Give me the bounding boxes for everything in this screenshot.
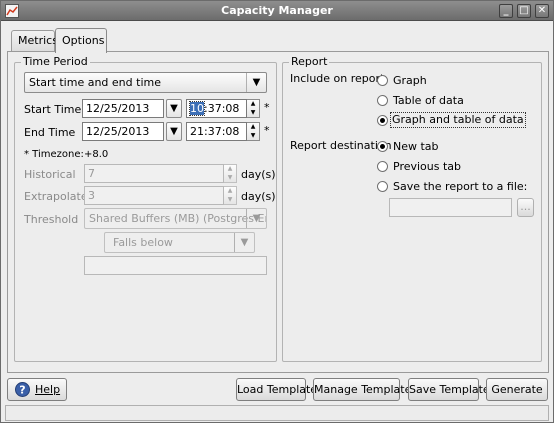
threshold-metric-value: Shared Buffers (MB) (Postgres Enterp (89, 212, 266, 225)
start-date-field[interactable]: 12/25/2013 (82, 99, 164, 118)
extrapolated-field[interactable]: 3 (84, 186, 224, 205)
radio-save-to-file-label[interactable]: Save the report to a file: (393, 180, 527, 194)
extrapolated-unit: day(s) (241, 190, 276, 203)
status-bar (5, 405, 549, 421)
time-period-mode-value: Start time and end time (29, 76, 161, 89)
svg-text:?: ? (19, 384, 25, 397)
radio-graph-label[interactable]: Graph (393, 74, 427, 88)
radio-previous-tab-label[interactable]: Previous tab (393, 160, 461, 174)
capacity-manager-window: Capacity Manager _ □ ✕ Metrics Options T… (0, 0, 554, 423)
start-date-dropdown[interactable]: ▼ (166, 99, 182, 118)
app-icon (5, 4, 19, 18)
title-bar[interactable]: Capacity Manager _ □ ✕ (1, 1, 553, 21)
radio-graph-and-table-indicator[interactable] (377, 115, 388, 126)
report-title: Report (289, 55, 330, 68)
threshold-value-field[interactable] (84, 256, 267, 275)
help-icon: ? (15, 382, 30, 397)
radio-save-to-file-indicator[interactable] (377, 181, 388, 192)
help-label: Help (35, 383, 61, 396)
end-time-spinner[interactable]: ▲ ▼ (247, 122, 260, 141)
close-icon[interactable]: ✕ (535, 4, 549, 18)
radio-table-indicator[interactable] (377, 95, 388, 106)
end-date-dropdown[interactable]: ▼ (166, 122, 182, 141)
threshold-condition-value: Falls below (113, 236, 173, 249)
chevron-down-icon: ▼ (234, 233, 254, 252)
tab-metrics[interactable]: Metrics (11, 30, 58, 52)
end-date-field[interactable]: 12/25/2013 (82, 122, 164, 141)
radio-graph-and-table-label[interactable]: Graph and table of data (390, 112, 526, 128)
start-time-rest: :37:08 (204, 102, 240, 115)
report-group: Report Include on report Graph Table of … (282, 55, 542, 362)
tab-options[interactable]: Options (55, 28, 107, 53)
historical-label: Historical (24, 168, 76, 181)
generate-button[interactable]: Generate (486, 378, 548, 401)
threshold-label: Threshold (24, 213, 79, 226)
load-template-button[interactable]: Load Template (236, 378, 317, 401)
threshold-metric-select[interactable]: Shared Buffers (MB) (Postgres Enterp ▼ (84, 208, 267, 229)
start-time-label: Start Time (24, 103, 82, 116)
report-file-path-field[interactable] (389, 198, 512, 217)
radio-previous-tab-indicator[interactable] (377, 161, 388, 172)
threshold-condition-select[interactable]: Falls below ▼ (104, 232, 255, 253)
historical-unit: day(s) (241, 168, 276, 181)
time-period-group: Time Period Start time and end time ▼ St… (14, 55, 277, 362)
help-button[interactable]: ? Help (7, 378, 67, 401)
minimize-icon[interactable]: _ (499, 4, 513, 18)
end-time-required-mark: * (264, 124, 270, 137)
historical-spinner[interactable]: ▲ ▼ (224, 164, 237, 183)
start-time-required-mark: * (264, 101, 270, 114)
radio-new-tab-label[interactable]: New tab (393, 140, 439, 154)
start-time-hour: 10 (189, 101, 205, 116)
chevron-down-icon: ▼ (246, 73, 266, 92)
radio-graph-indicator[interactable] (377, 75, 388, 86)
options-panel: Time Period Start time and end time ▼ St… (7, 51, 549, 373)
chevron-down-icon: ▼ (170, 126, 178, 137)
end-time-label: End Time (24, 126, 76, 139)
save-template-button[interactable]: Save Template (408, 378, 490, 401)
include-on-report-label: Include on report (290, 72, 385, 85)
time-period-mode-select[interactable]: Start time and end time ▼ (24, 72, 267, 93)
maximize-icon[interactable]: □ (517, 4, 531, 18)
end-time-field[interactable]: 21:37:08 (186, 122, 247, 141)
chevron-down-icon: ▼ (170, 103, 178, 114)
timezone-label: * Timezone: (24, 149, 84, 160)
time-period-title: Time Period (21, 55, 90, 68)
manage-templates-button[interactable]: Manage Templates (313, 378, 417, 401)
chevron-down-icon: ▼ (246, 209, 266, 228)
timezone-value: +8.0 (84, 149, 109, 160)
browse-button[interactable]: ... (517, 198, 534, 217)
start-time-field[interactable]: 10:37:08 (186, 99, 247, 118)
window-title: Capacity Manager (221, 4, 333, 17)
radio-table-label[interactable]: Table of data (393, 94, 464, 108)
start-time-spinner[interactable]: ▲ ▼ (247, 99, 260, 118)
radio-new-tab-indicator[interactable] (377, 141, 388, 152)
historical-field[interactable]: 7 (84, 164, 224, 183)
extrapolated-spinner[interactable]: ▲ ▼ (224, 186, 237, 205)
